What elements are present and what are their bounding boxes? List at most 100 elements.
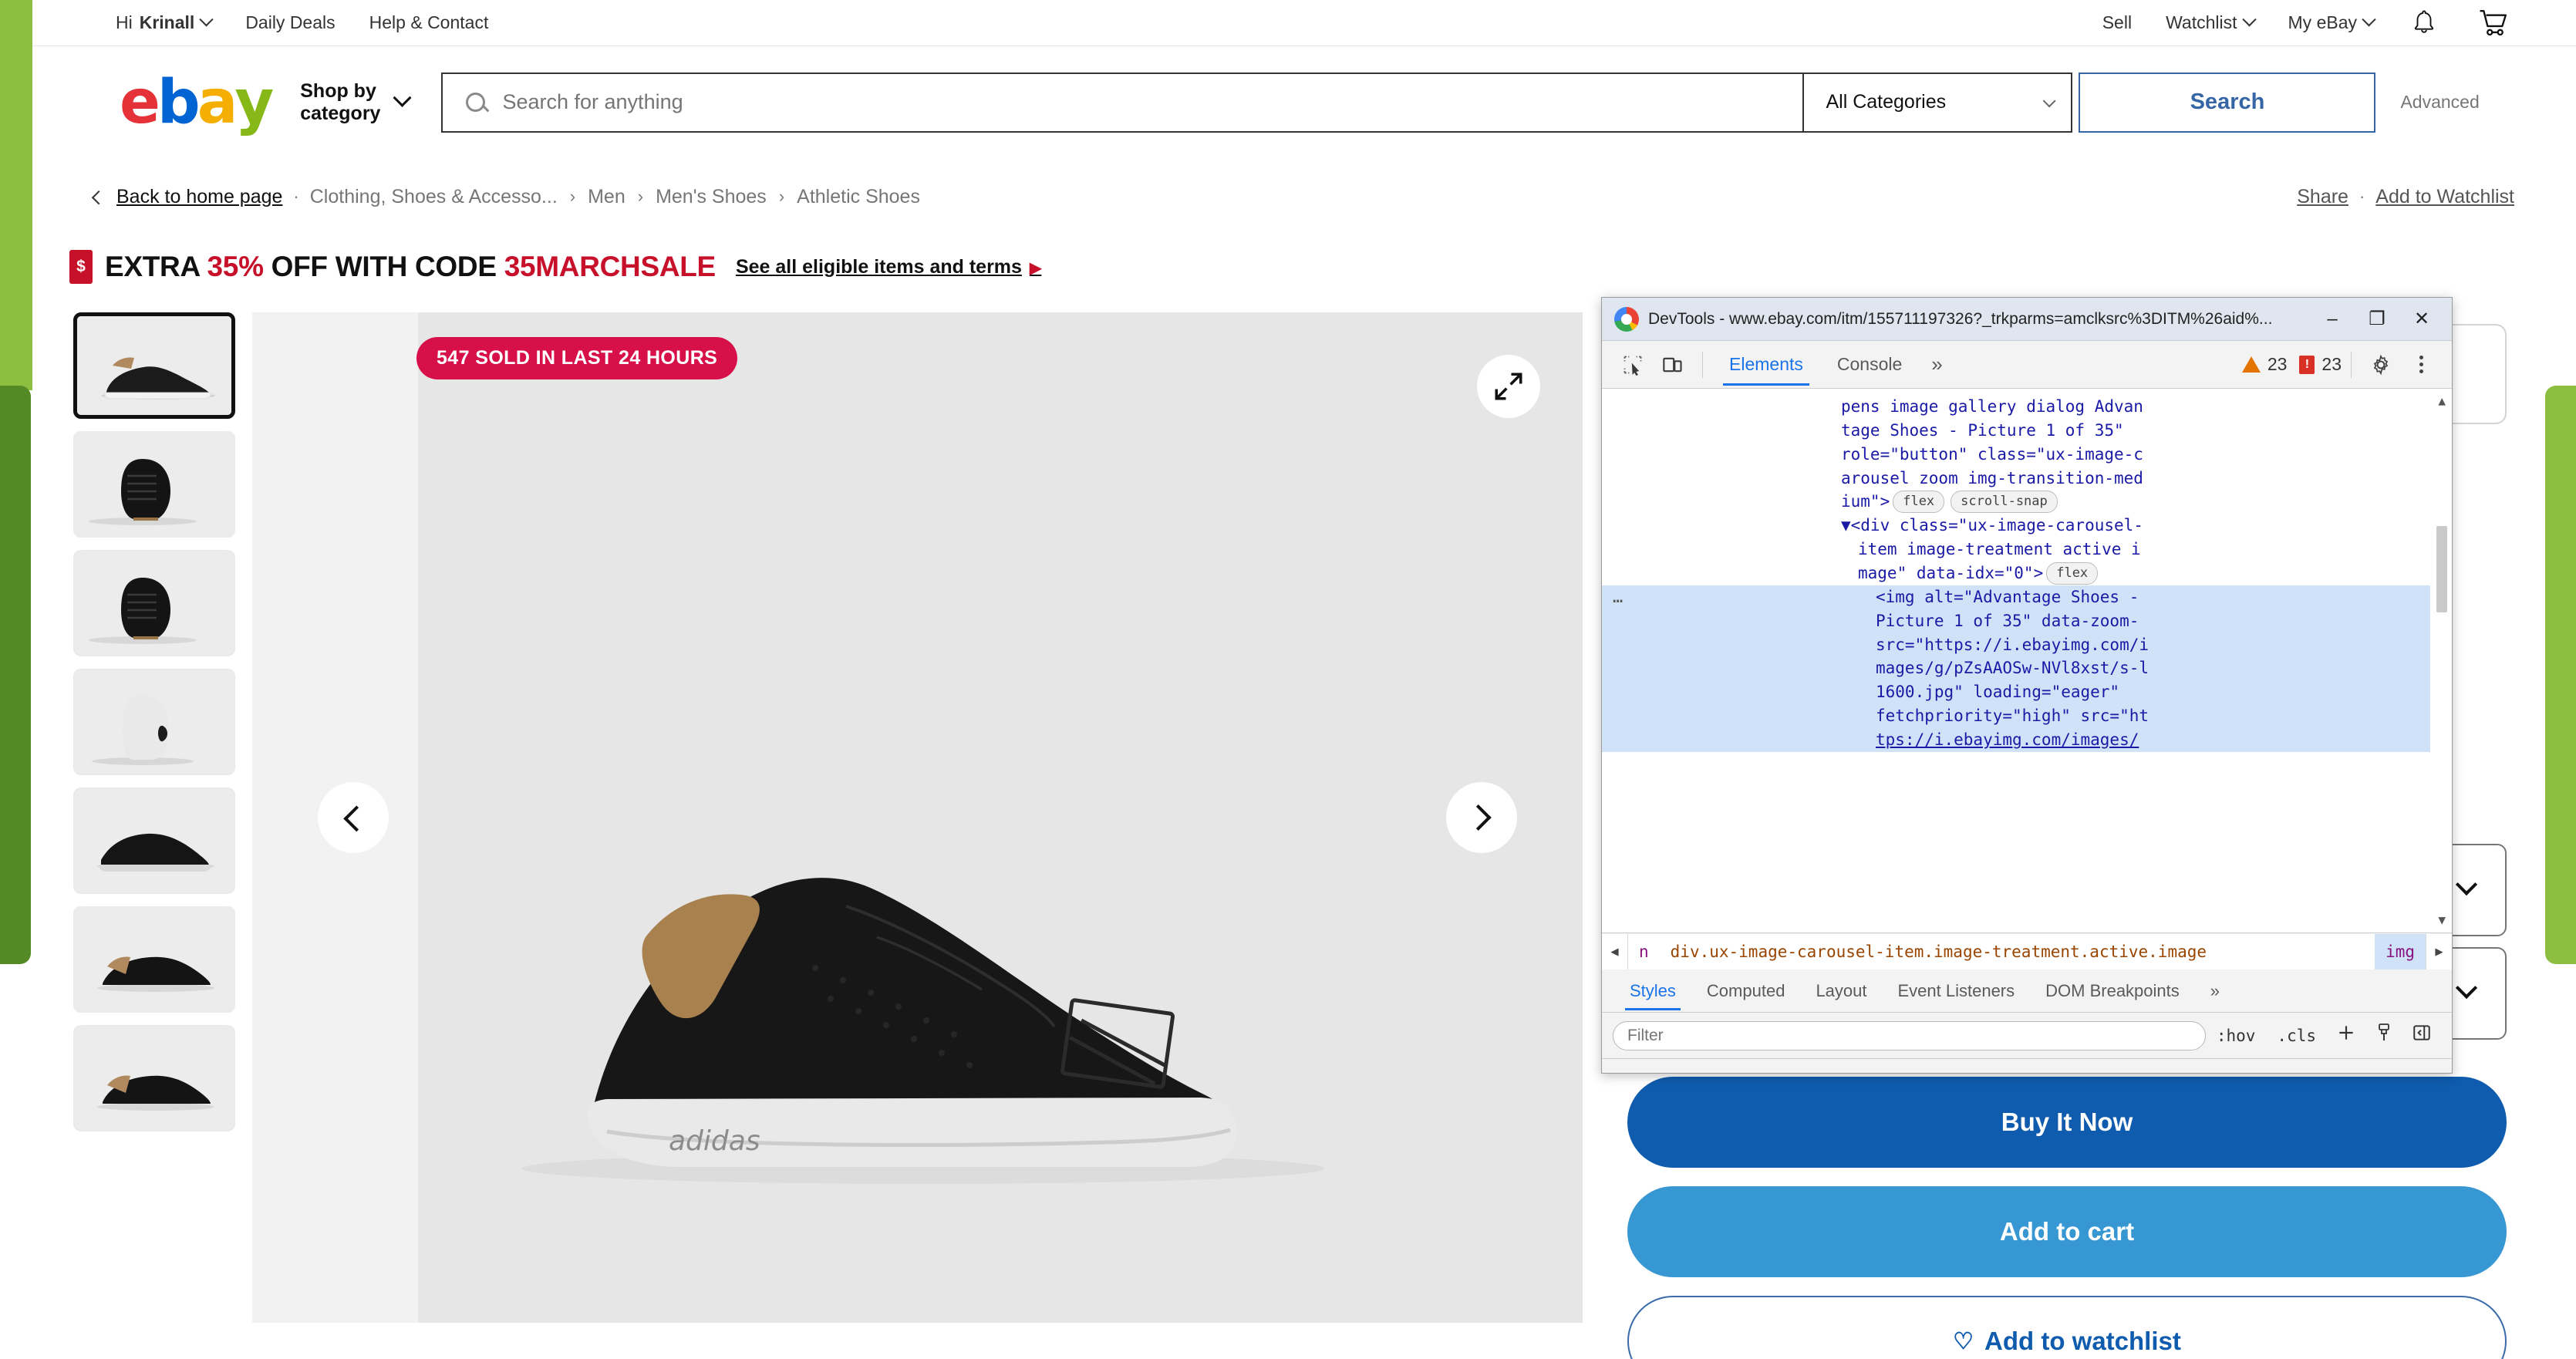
- thumbnail-item[interactable]: [73, 312, 235, 419]
- previous-image-button[interactable]: [318, 782, 389, 853]
- thumbnail-item[interactable]: [73, 669, 235, 775]
- dom-line-selected[interactable]: fetchpriority="high" src="ht: [1602, 704, 2430, 729]
- dom-line-selected[interactable]: src="https://i.ebayimg.com/i: [1602, 632, 2430, 657]
- dom-line[interactable]: mage" data-idx="0"> flex: [1602, 561, 2430, 585]
- dom-line-selected[interactable]: Picture 1 of 35" data-zoom-: [1602, 609, 2430, 633]
- flex-badge[interactable]: flex: [2046, 562, 2099, 585]
- styles-tabs-overflow-icon[interactable]: »: [2195, 981, 2235, 1001]
- dom-line-selected[interactable]: mages/g/pZsAAOSw-NVl8xst/s-l: [1602, 656, 2430, 681]
- devtools-window[interactable]: DevTools - www.ebay.com/itm/155711197326…: [1601, 297, 2453, 1074]
- topbar-link-sell[interactable]: Sell: [2085, 12, 2149, 33]
- scroll-up-icon[interactable]: ▲: [2438, 392, 2446, 410]
- tab-layout[interactable]: Layout: [1800, 981, 1882, 1001]
- tab-console[interactable]: Console: [1820, 354, 1919, 375]
- breadcrumb-arrow: ›: [569, 187, 576, 206]
- main-product-image[interactable]: 547 SOLD IN LAST 24 HOURS adidas: [252, 312, 1583, 1323]
- scroll-snap-badge[interactable]: scroll-snap: [1951, 491, 2058, 514]
- feedback-tab-left[interactable]: [0, 386, 31, 964]
- cls-button[interactable]: .cls: [2266, 1027, 2327, 1045]
- topbar-link-my-ebay[interactable]: My eBay: [2271, 12, 2391, 33]
- dom-line-selected[interactable]: … <img alt="Advantage Shoes -: [1602, 585, 2430, 609]
- breadcrumb-item-men[interactable]: Men: [588, 186, 625, 208]
- thumbnail-item[interactable]: [73, 906, 235, 1013]
- dom-line[interactable]: ▼<div class="ux-image-carousel-: [1602, 514, 2430, 538]
- topbar-link-help-contact[interactable]: Help & Contact: [352, 12, 506, 33]
- gear-icon[interactable]: [2361, 348, 2401, 382]
- tab-styles[interactable]: Styles: [1614, 981, 1691, 1010]
- topbar-link-daily-deals[interactable]: Daily Deals: [228, 12, 352, 33]
- expand-image-button[interactable]: [1477, 355, 1540, 418]
- add-to-cart-button[interactable]: Add to cart: [1627, 1186, 2507, 1277]
- device-toolbar-icon[interactable]: [1653, 348, 1693, 382]
- devtools-title-bar[interactable]: DevTools - www.ebay.com/itm/155711197326…: [1602, 298, 2452, 341]
- thumbnail-item[interactable]: [73, 550, 235, 656]
- tab-event-listeners[interactable]: Event Listeners: [1883, 981, 2031, 1001]
- topbar-link-watchlist[interactable]: Watchlist: [2149, 12, 2271, 33]
- feedback-tab-right[interactable]: [2545, 386, 2576, 964]
- notification-bell-icon[interactable]: [2391, 8, 2457, 38]
- tab-dom-breakpoints[interactable]: DOM Breakpoints: [2030, 981, 2195, 1001]
- search-input[interactable]: [502, 90, 1706, 114]
- dom-line-selected[interactable]: 1600.jpg" loading="eager": [1602, 680, 2430, 705]
- category-select[interactable]: All Categories: [1802, 72, 2073, 133]
- dom-tree-scrollbar[interactable]: ▲ ▼: [2433, 389, 2450, 932]
- greeting-prefix: Hi: [116, 12, 133, 32]
- add-to-watchlist-link[interactable]: Add to Watchlist: [2375, 186, 2514, 208]
- buy-it-now-button[interactable]: Buy It Now: [1627, 1077, 2507, 1168]
- breadcrumb-scroll-left[interactable]: ◀: [1602, 933, 1628, 970]
- dom-line[interactable]: item image-treatment active i: [1602, 538, 2430, 561]
- expand-dots-icon[interactable]: …: [1613, 585, 1624, 610]
- styles-filter-input[interactable]: [1613, 1020, 2206, 1050]
- promo-terms-link[interactable]: See all eligible items and terms ▶: [736, 256, 1041, 278]
- tab-overflow-icon[interactable]: »: [1919, 352, 1954, 376]
- close-button[interactable]: ✕: [2399, 300, 2444, 339]
- breadcrumb-back-home[interactable]: Back to home page: [116, 186, 282, 208]
- logo-letter-e: e: [120, 67, 160, 137]
- thumbnail-item[interactable]: [73, 1025, 235, 1131]
- share-link[interactable]: Share: [2297, 186, 2348, 208]
- breadcrumb-item-clothing[interactable]: Clothing, Shoes & Accesso...: [310, 186, 558, 208]
- add-new-rule-icon[interactable]: [2327, 1023, 2365, 1048]
- element-classes-brush-icon[interactable]: [2365, 1023, 2402, 1048]
- add-to-watchlist-button[interactable]: ♡ Add to watchlist: [1627, 1296, 2507, 1359]
- back-button[interactable]: [81, 182, 110, 211]
- errors-counter[interactable]: ! 23: [2299, 354, 2342, 375]
- dom-line[interactable]: arousel zoom img-transition-med: [1602, 467, 2430, 491]
- maximize-button[interactable]: ❐: [2355, 300, 2399, 339]
- breadcrumb-node-div[interactable]: div.ux-image-carousel-item.image-treatme…: [1659, 942, 2218, 961]
- tab-computed[interactable]: Computed: [1691, 981, 1801, 1001]
- scrollbar-thumb[interactable]: [2436, 526, 2447, 612]
- dom-tree-panel[interactable]: pens image gallery dialog Advan tage Sho…: [1602, 389, 2452, 932]
- scroll-down-icon[interactable]: ▼: [2438, 911, 2446, 929]
- shopping-cart-icon[interactable]: [2457, 8, 2530, 38]
- kebab-menu-icon[interactable]: [2401, 348, 2441, 382]
- dom-line[interactable]: ium"> flex scroll-snap: [1602, 490, 2430, 514]
- dom-line[interactable]: tage Shoes - Picture 1 of 35": [1602, 419, 2430, 443]
- breadcrumb-truncated[interactable]: n: [1628, 943, 1660, 961]
- hov-button[interactable]: :hov: [2206, 1027, 2267, 1045]
- advanced-search-link[interactable]: Advanced: [2400, 92, 2479, 113]
- shop-by-line1: Shop by: [300, 79, 376, 102]
- breadcrumb-scroll-right[interactable]: ▶: [2426, 933, 2452, 970]
- thumbnail-item[interactable]: [73, 431, 235, 538]
- breadcrumb-item-athletic-shoes[interactable]: Athletic Shoes: [797, 186, 920, 208]
- shop-by-category-menu[interactable]: Shop by category: [271, 79, 412, 125]
- warnings-counter[interactable]: 23: [2241, 354, 2287, 375]
- ebay-logo[interactable]: e b a y: [120, 67, 274, 137]
- dom-line-link[interactable]: tps://i.ebayimg.com/images/: [1876, 730, 2139, 749]
- breadcrumb-node-img[interactable]: img: [2375, 933, 2426, 970]
- tab-elements[interactable]: Elements: [1712, 354, 1820, 386]
- minimize-button[interactable]: –: [2310, 300, 2355, 339]
- search-button[interactable]: Search: [2079, 72, 2376, 133]
- devtools-toolbar: Elements Console » 23 ! 23: [1602, 341, 2452, 389]
- flex-badge[interactable]: flex: [1893, 491, 1945, 514]
- thumbnail-item[interactable]: [73, 787, 235, 894]
- account-greeting-menu[interactable]: Hi Krinall: [99, 12, 228, 33]
- computed-sidebar-toggle-icon[interactable]: [2402, 1023, 2441, 1048]
- search-box[interactable]: [441, 72, 1803, 133]
- dom-line[interactable]: role="button" class="ux-image-c: [1602, 443, 2430, 467]
- breadcrumb-item-mens-shoes[interactable]: Men's Shoes: [656, 186, 767, 208]
- inspect-element-icon[interactable]: [1613, 348, 1653, 382]
- next-image-button[interactable]: [1446, 782, 1517, 853]
- dom-line[interactable]: pens image gallery dialog Advan: [1602, 395, 2430, 419]
